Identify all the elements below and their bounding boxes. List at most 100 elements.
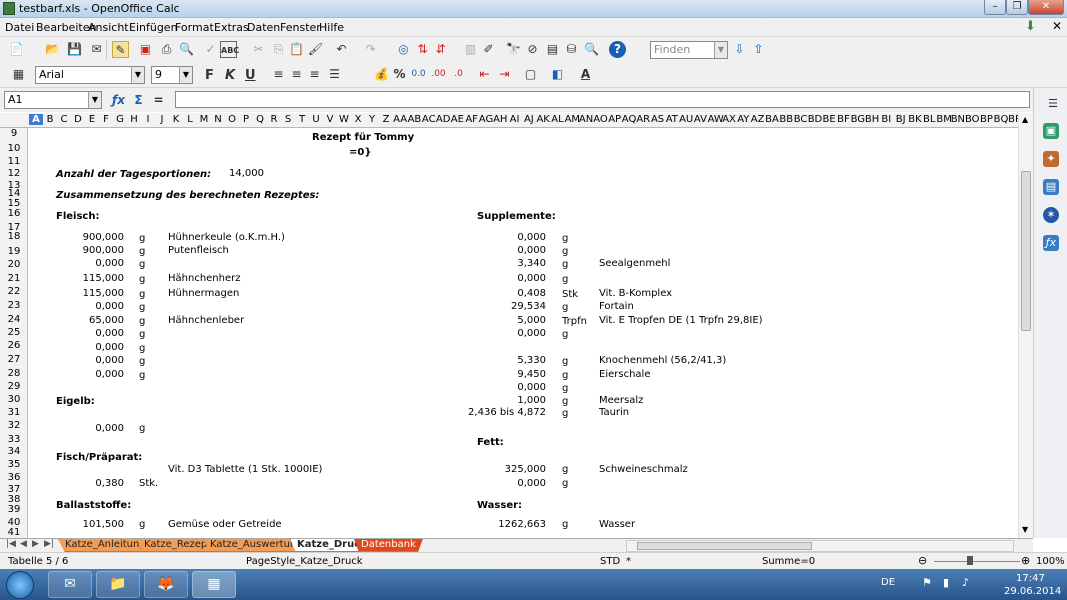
delete-decimal-icon[interactable]: .0	[450, 66, 467, 83]
paste-icon[interactable]: 📋	[288, 41, 305, 58]
find-dropdown-icon[interactable]: ▼	[714, 42, 727, 58]
row-header-18[interactable]: 18	[0, 231, 28, 242]
tray-date[interactable]: 29.06.2014	[1004, 586, 1061, 597]
email-icon[interactable]: ✉	[88, 41, 105, 58]
column-header-ai[interactable]: AI	[507, 114, 521, 125]
column-header-q[interactable]: Q	[253, 114, 267, 125]
column-header-am[interactable]: AM	[565, 114, 580, 125]
column-header-m[interactable]: M	[197, 114, 211, 125]
tab-datenbank[interactable]: Datenbank	[354, 539, 423, 552]
row-header-12[interactable]: 12	[0, 168, 28, 179]
format-paintbrush-icon[interactable]: 🖌	[307, 41, 324, 58]
column-header-bo[interactable]: BO	[965, 114, 980, 125]
menu-extras[interactable]: Extras	[214, 21, 249, 34]
column-header-b[interactable]: B	[43, 114, 57, 125]
column-header-ac[interactable]: AC	[422, 114, 436, 125]
column-header-af[interactable]: AF	[465, 114, 479, 125]
maximize-button[interactable]: ❐	[1006, 0, 1028, 15]
column-header-ar[interactable]: AR	[636, 114, 650, 125]
column-header-w[interactable]: W	[337, 114, 351, 125]
column-header-aw[interactable]: AW	[708, 114, 724, 125]
insert-chart-icon[interactable]: ▥	[462, 41, 479, 58]
row-header-23[interactable]: 23	[0, 300, 28, 311]
column-header-ax[interactable]: AX	[722, 114, 736, 125]
name-box-dropdown-icon[interactable]: ▼	[88, 92, 101, 108]
column-header-ao[interactable]: AO	[593, 114, 608, 125]
spellcheck-icon[interactable]: ✓	[202, 41, 219, 58]
styles-formatting-icon[interactable]: ✦	[1043, 151, 1059, 167]
justify-icon[interactable]: ☰	[326, 66, 343, 83]
row-header-30[interactable]: 30	[0, 394, 28, 405]
column-header-ap[interactable]: AP	[608, 114, 622, 125]
row-header-28[interactable]: 28	[0, 368, 28, 379]
data-sources-icon[interactable]: ⛁	[563, 41, 580, 58]
status-mode[interactable]: STD	[600, 556, 620, 567]
tab-nav-last-icon[interactable]: ▶|	[44, 539, 54, 549]
row-header-26[interactable]: 26	[0, 340, 28, 351]
column-header-br[interactable]: BR	[1008, 114, 1018, 125]
column-header-ag[interactable]: AG	[479, 114, 493, 125]
gallery-sidebar-icon[interactable]: ▤	[1043, 179, 1059, 195]
column-header-z[interactable]: Z	[379, 114, 393, 125]
close-button[interactable]: ✕	[1028, 0, 1064, 15]
tab-nav-first-icon[interactable]: |◀	[6, 539, 16, 549]
close-document-icon[interactable]: ✕	[1052, 19, 1062, 33]
column-header-au[interactable]: AU	[679, 114, 693, 125]
column-header-bk[interactable]: BK	[908, 114, 922, 125]
bold-icon[interactable]: F	[205, 68, 214, 83]
column-header-aq[interactable]: AQ	[622, 114, 637, 125]
vertical-scroll-thumb[interactable]	[1021, 171, 1031, 331]
help-icon[interactable]: ?	[609, 41, 626, 58]
align-left-icon[interactable]: ≡	[270, 66, 287, 83]
standard-format-icon[interactable]: 0.0	[410, 66, 427, 83]
menu-datei[interactable]: Datei	[5, 21, 34, 34]
column-header-a[interactable]: A	[29, 114, 43, 125]
copy-icon[interactable]: ⎘	[270, 41, 287, 58]
find-previous-icon[interactable]: ⇧	[750, 41, 767, 58]
navigator-sidebar-icon[interactable]: ✶	[1043, 207, 1059, 223]
save-icon[interactable]: 💾	[66, 41, 83, 58]
column-header-bf[interactable]: BF	[836, 114, 850, 125]
column-header-y[interactable]: Y	[365, 114, 379, 125]
column-header-bb[interactable]: BB	[779, 114, 793, 125]
functions-sidebar-icon[interactable]: ƒx	[1043, 235, 1059, 251]
column-header-g[interactable]: G	[113, 114, 127, 125]
font-name-dropdown-icon[interactable]: ▼	[131, 67, 144, 83]
font-name-combo[interactable]: Arial ▼	[35, 66, 145, 84]
column-header-bp[interactable]: BP	[979, 114, 993, 125]
column-header-u[interactable]: U	[309, 114, 323, 125]
font-color-icon[interactable]: A	[577, 66, 594, 83]
column-header-al[interactable]: AL	[550, 114, 564, 125]
hyperlink-icon[interactable]: ◎	[395, 41, 412, 58]
borders-icon[interactable]: ▢	[522, 66, 539, 83]
underline-icon[interactable]: U	[245, 68, 256, 83]
percent-icon[interactable]: %	[391, 66, 408, 83]
find-next-icon[interactable]: ⇩	[731, 41, 748, 58]
horizontal-scrollbar[interactable]	[626, 540, 1014, 552]
column-header-t[interactable]: T	[295, 114, 309, 125]
row-header-33[interactable]: 33	[0, 434, 28, 445]
zoom-icon[interactable]: 🔍	[583, 41, 600, 58]
zoom-slider-thumb[interactable]	[967, 556, 973, 565]
column-header-f[interactable]: F	[99, 114, 113, 125]
column-header-h[interactable]: H	[127, 114, 141, 125]
new-document-icon[interactable]: 📄	[8, 41, 25, 58]
increase-indent-icon[interactable]: ⇥	[496, 66, 513, 83]
column-header-ak[interactable]: AK	[536, 114, 550, 125]
tray-time[interactable]: 17:47	[1016, 573, 1045, 584]
horizontal-scroll-thumb[interactable]	[637, 542, 812, 550]
styles-icon[interactable]: ▦	[10, 66, 27, 83]
column-header-bh[interactable]: BH	[865, 114, 879, 125]
function-icon[interactable]: =	[150, 92, 167, 109]
column-header-d[interactable]: D	[71, 114, 85, 125]
name-box[interactable]: A1 ▼	[4, 91, 102, 109]
currency-icon[interactable]: 💰	[373, 66, 390, 83]
tab-nav-prev-icon[interactable]: ◀	[20, 539, 27, 549]
menu-format[interactable]: Format	[175, 21, 214, 34]
row-header-32[interactable]: 32	[0, 420, 28, 431]
column-header-k[interactable]: K	[169, 114, 183, 125]
properties-icon[interactable]: ▣	[1043, 123, 1059, 139]
column-header-l[interactable]: L	[183, 114, 197, 125]
start-button[interactable]	[6, 571, 34, 599]
column-header-r[interactable]: R	[267, 114, 281, 125]
